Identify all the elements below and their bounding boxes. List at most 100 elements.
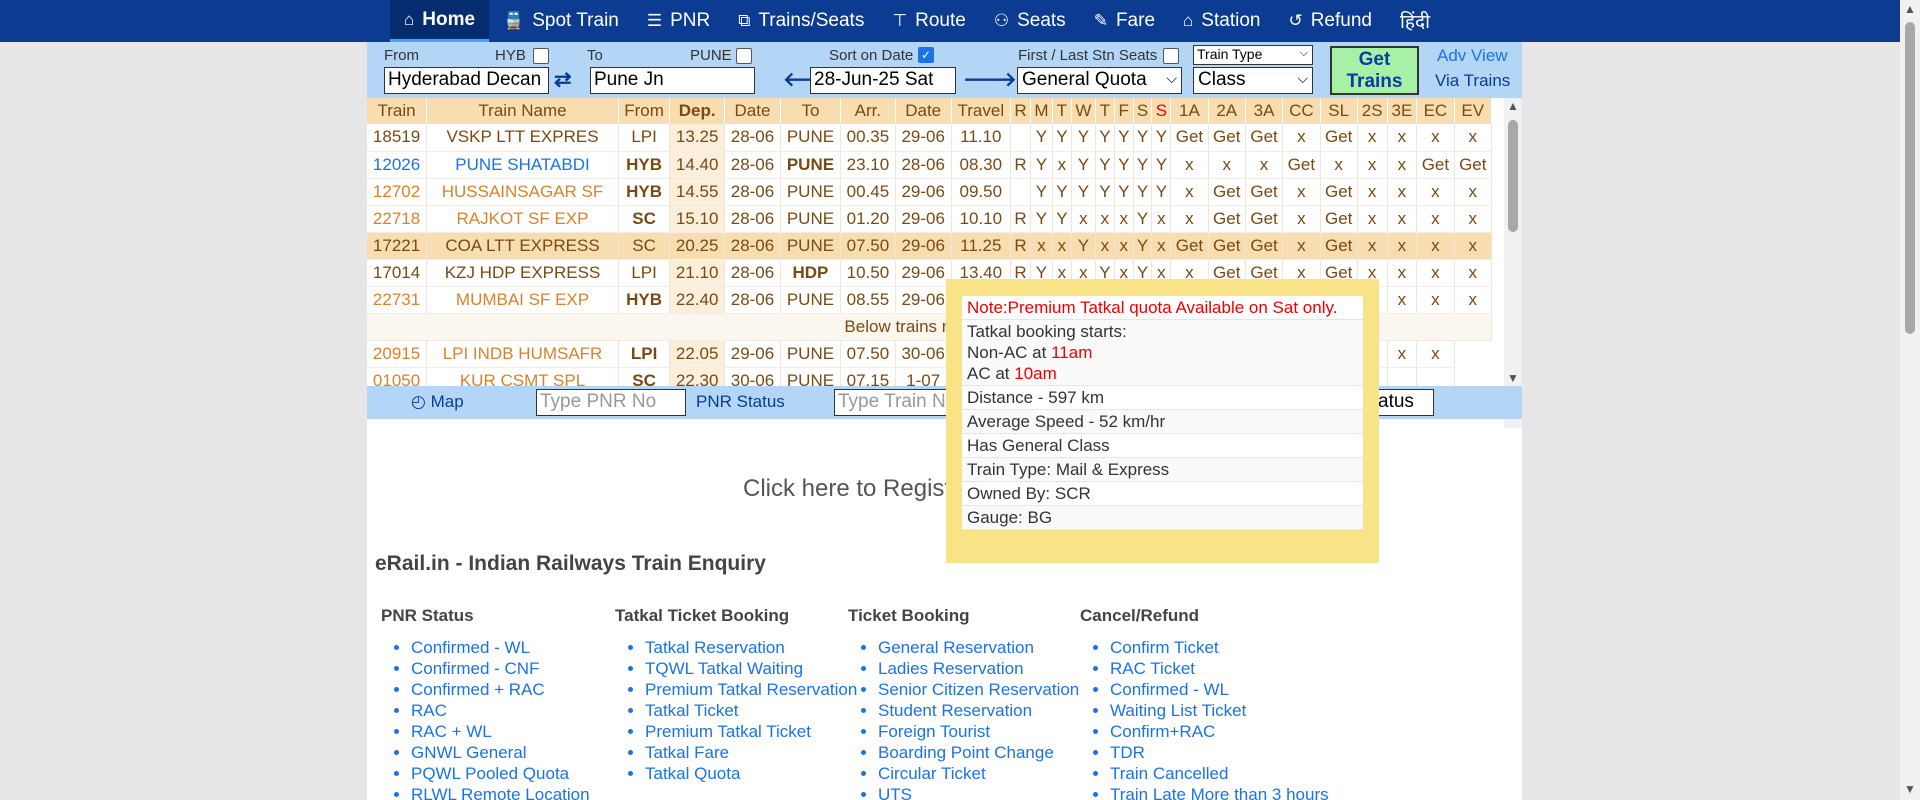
nav-item-0[interactable]: ⌂ Home [390,0,490,42]
list-item-link[interactable]: Foreign Tourist [878,721,1079,742]
list-item-link[interactable]: Senior Citizen Reservation [878,679,1079,700]
adv-view-link[interactable]: Adv View [1437,46,1508,66]
column-header[interactable]: F [1114,98,1134,124]
nav-item-6[interactable]: ✎ Fare [1080,0,1169,42]
column-header[interactable]: Date [895,98,952,124]
column-header[interactable]: 3A [1245,98,1284,124]
map-link[interactable]: ◴ Map [411,392,464,412]
column-header[interactable]: CC [1282,98,1321,124]
class-availability[interactable]: Get [1170,124,1209,152]
class-availability[interactable]: Get [1454,151,1493,179]
list-item-link[interactable]: Confirmed + RAC [411,679,590,700]
sort-date-checkbox[interactable]: ✓ [918,47,934,63]
train-name-link[interactable]: KZJ HDP EXPRESS [426,259,619,287]
column-header[interactable]: 1A [1170,98,1209,124]
table-scroll-thumb[interactable] [1508,120,1518,232]
table-row[interactable]: 12702 HUSSAINSAGAR SF HYB 14.55 28-06 PUNE 00.… [367,178,1493,206]
column-header[interactable]: Train Name [426,98,619,124]
column-header[interactable]: Dep. [669,98,726,124]
nav-item-1[interactable]: 🚆 Spot Train [489,0,633,42]
class-availability[interactable]: Get [1245,232,1284,260]
list-item-link[interactable]: General Reservation [878,637,1079,658]
register-link[interactable]: Click here to Regist [743,475,951,503]
list-item-link[interactable]: Confirmed - WL [1110,679,1329,700]
list-item-link[interactable]: GNWL General [411,742,590,763]
train-status-button[interactable]: atus [1374,389,1434,416]
column-header[interactable]: S [1151,98,1172,124]
list-item-link[interactable]: PQWL Pooled Quota [411,763,590,784]
list-item-link[interactable]: Ladies Reservation [878,658,1079,679]
list-item-link[interactable]: RLWL Remote Location [411,784,590,800]
nav-item-8[interactable]: ↺ Refund [1274,0,1386,42]
date-input[interactable]: 28-Jun-25 Sat [810,67,956,94]
column-header[interactable]: 2S [1357,98,1388,124]
list-item-link[interactable]: Tatkal Quota [645,763,857,784]
class-availability[interactable]: Get [1320,124,1358,152]
to-code-checkbox[interactable] [736,48,752,64]
class-availability[interactable]: Get [1245,178,1284,206]
column-header[interactable]: EV [1454,98,1493,124]
column-header[interactable]: 2A [1208,98,1246,124]
list-item-link[interactable]: Circular Ticket [878,763,1079,784]
column-header[interactable]: Date [724,98,781,124]
train-name-link[interactable]: VSKP LTT EXPRES [426,124,619,152]
class-availability[interactable]: Get [1245,205,1284,233]
table-row[interactable]: 22718 RAJKOT SF EXP SC 15.10 28-06 PUNE 01.20 2… [367,205,1493,233]
class-availability[interactable]: Get [1320,178,1358,206]
table-scrollbar[interactable]: ▲ ▼ [1504,98,1522,428]
list-item-link[interactable]: Boarding Point Change [878,742,1079,763]
list-item-link[interactable]: Train Late More than 3 hours [1110,784,1329,800]
nav-item-7[interactable]: ⌂ Station [1169,0,1274,42]
list-item-link[interactable]: UTS [878,784,1079,800]
list-item-link[interactable]: TQWL Tatkal Waiting [645,658,857,679]
column-header[interactable]: Arr. [840,98,896,124]
nav-item-2[interactable]: ☰ PNR [633,0,724,42]
column-header[interactable]: To [780,98,842,124]
scroll-down-icon[interactable]: ▼ [1904,782,1916,796]
class-availability[interactable]: Get [1208,124,1246,152]
swap-icon[interactable]: ⇄ [554,67,572,92]
nav-item-4[interactable]: ⊤ Route [878,0,980,42]
class-availability[interactable]: Get [1245,124,1284,152]
column-header[interactable]: Train [367,98,428,124]
list-item-link[interactable]: TDR [1110,742,1329,763]
list-item-link[interactable]: Tatkal Fare [645,742,857,763]
class-availability[interactable]: Get [1320,205,1358,233]
nav-item-9[interactable]: हिंदी [1386,0,1444,42]
list-item-link[interactable]: Tatkal Ticket [645,700,857,721]
pnr-input[interactable]: Type PNR No [536,389,686,416]
via-trains-link[interactable]: Via Trains [1435,71,1510,91]
get-trains-button[interactable]: Get Trains [1330,46,1419,95]
train-name-link[interactable]: MUMBAI SF EXP [426,286,619,314]
class-availability[interactable]: Get [1282,151,1321,179]
list-item-link[interactable]: Student Reservation [878,700,1079,721]
from-code-checkbox[interactable] [533,48,549,64]
table-row[interactable]: 17221 COA LTT EXPRESS SC 20.25 28-06 PUNE 07.5… [367,232,1493,260]
list-item-link[interactable]: Confirmed - WL [411,637,590,658]
column-header[interactable]: 3E [1387,98,1418,124]
column-header[interactable]: From [618,98,671,124]
next-date-icon[interactable]: 🡒 [963,67,1017,92]
list-item-link[interactable]: Train Cancelled [1110,763,1329,784]
quota-select[interactable]: General Quota ⌵ [1017,67,1182,94]
column-header[interactable]: M [1030,98,1053,124]
column-header[interactable]: SL [1320,98,1358,124]
list-item-link[interactable]: Premium Tatkal Reservation [645,679,857,700]
nav-item-5[interactable]: ⚇ Seats [980,0,1080,42]
train-name-link[interactable]: HUSSAINSAGAR SF [426,178,619,206]
to-station-input[interactable]: Pune Jn [590,67,755,94]
list-item-link[interactable]: RAC Ticket [1110,658,1329,679]
column-header[interactable]: T [1052,98,1072,124]
train-name-link[interactable]: COA LTT EXPRESS [426,232,619,260]
train-name-link[interactable]: PUNE SHATABDI [426,151,619,179]
class-availability[interactable]: Get [1320,232,1358,260]
class-availability[interactable]: Get [1170,232,1209,260]
class-availability[interactable]: Get [1416,151,1455,179]
list-item-link[interactable]: Premium Tatkal Ticket [645,721,857,742]
list-item-link[interactable]: Confirmed - CNF [411,658,590,679]
scroll-up-icon[interactable]: ▲ [1904,2,1916,16]
list-item-link[interactable]: Confirm+RAC [1110,721,1329,742]
column-header[interactable]: T [1095,98,1115,124]
train-name-link[interactable]: RAJKOT SF EXP [426,205,619,233]
class-availability[interactable]: Get [1208,178,1246,206]
